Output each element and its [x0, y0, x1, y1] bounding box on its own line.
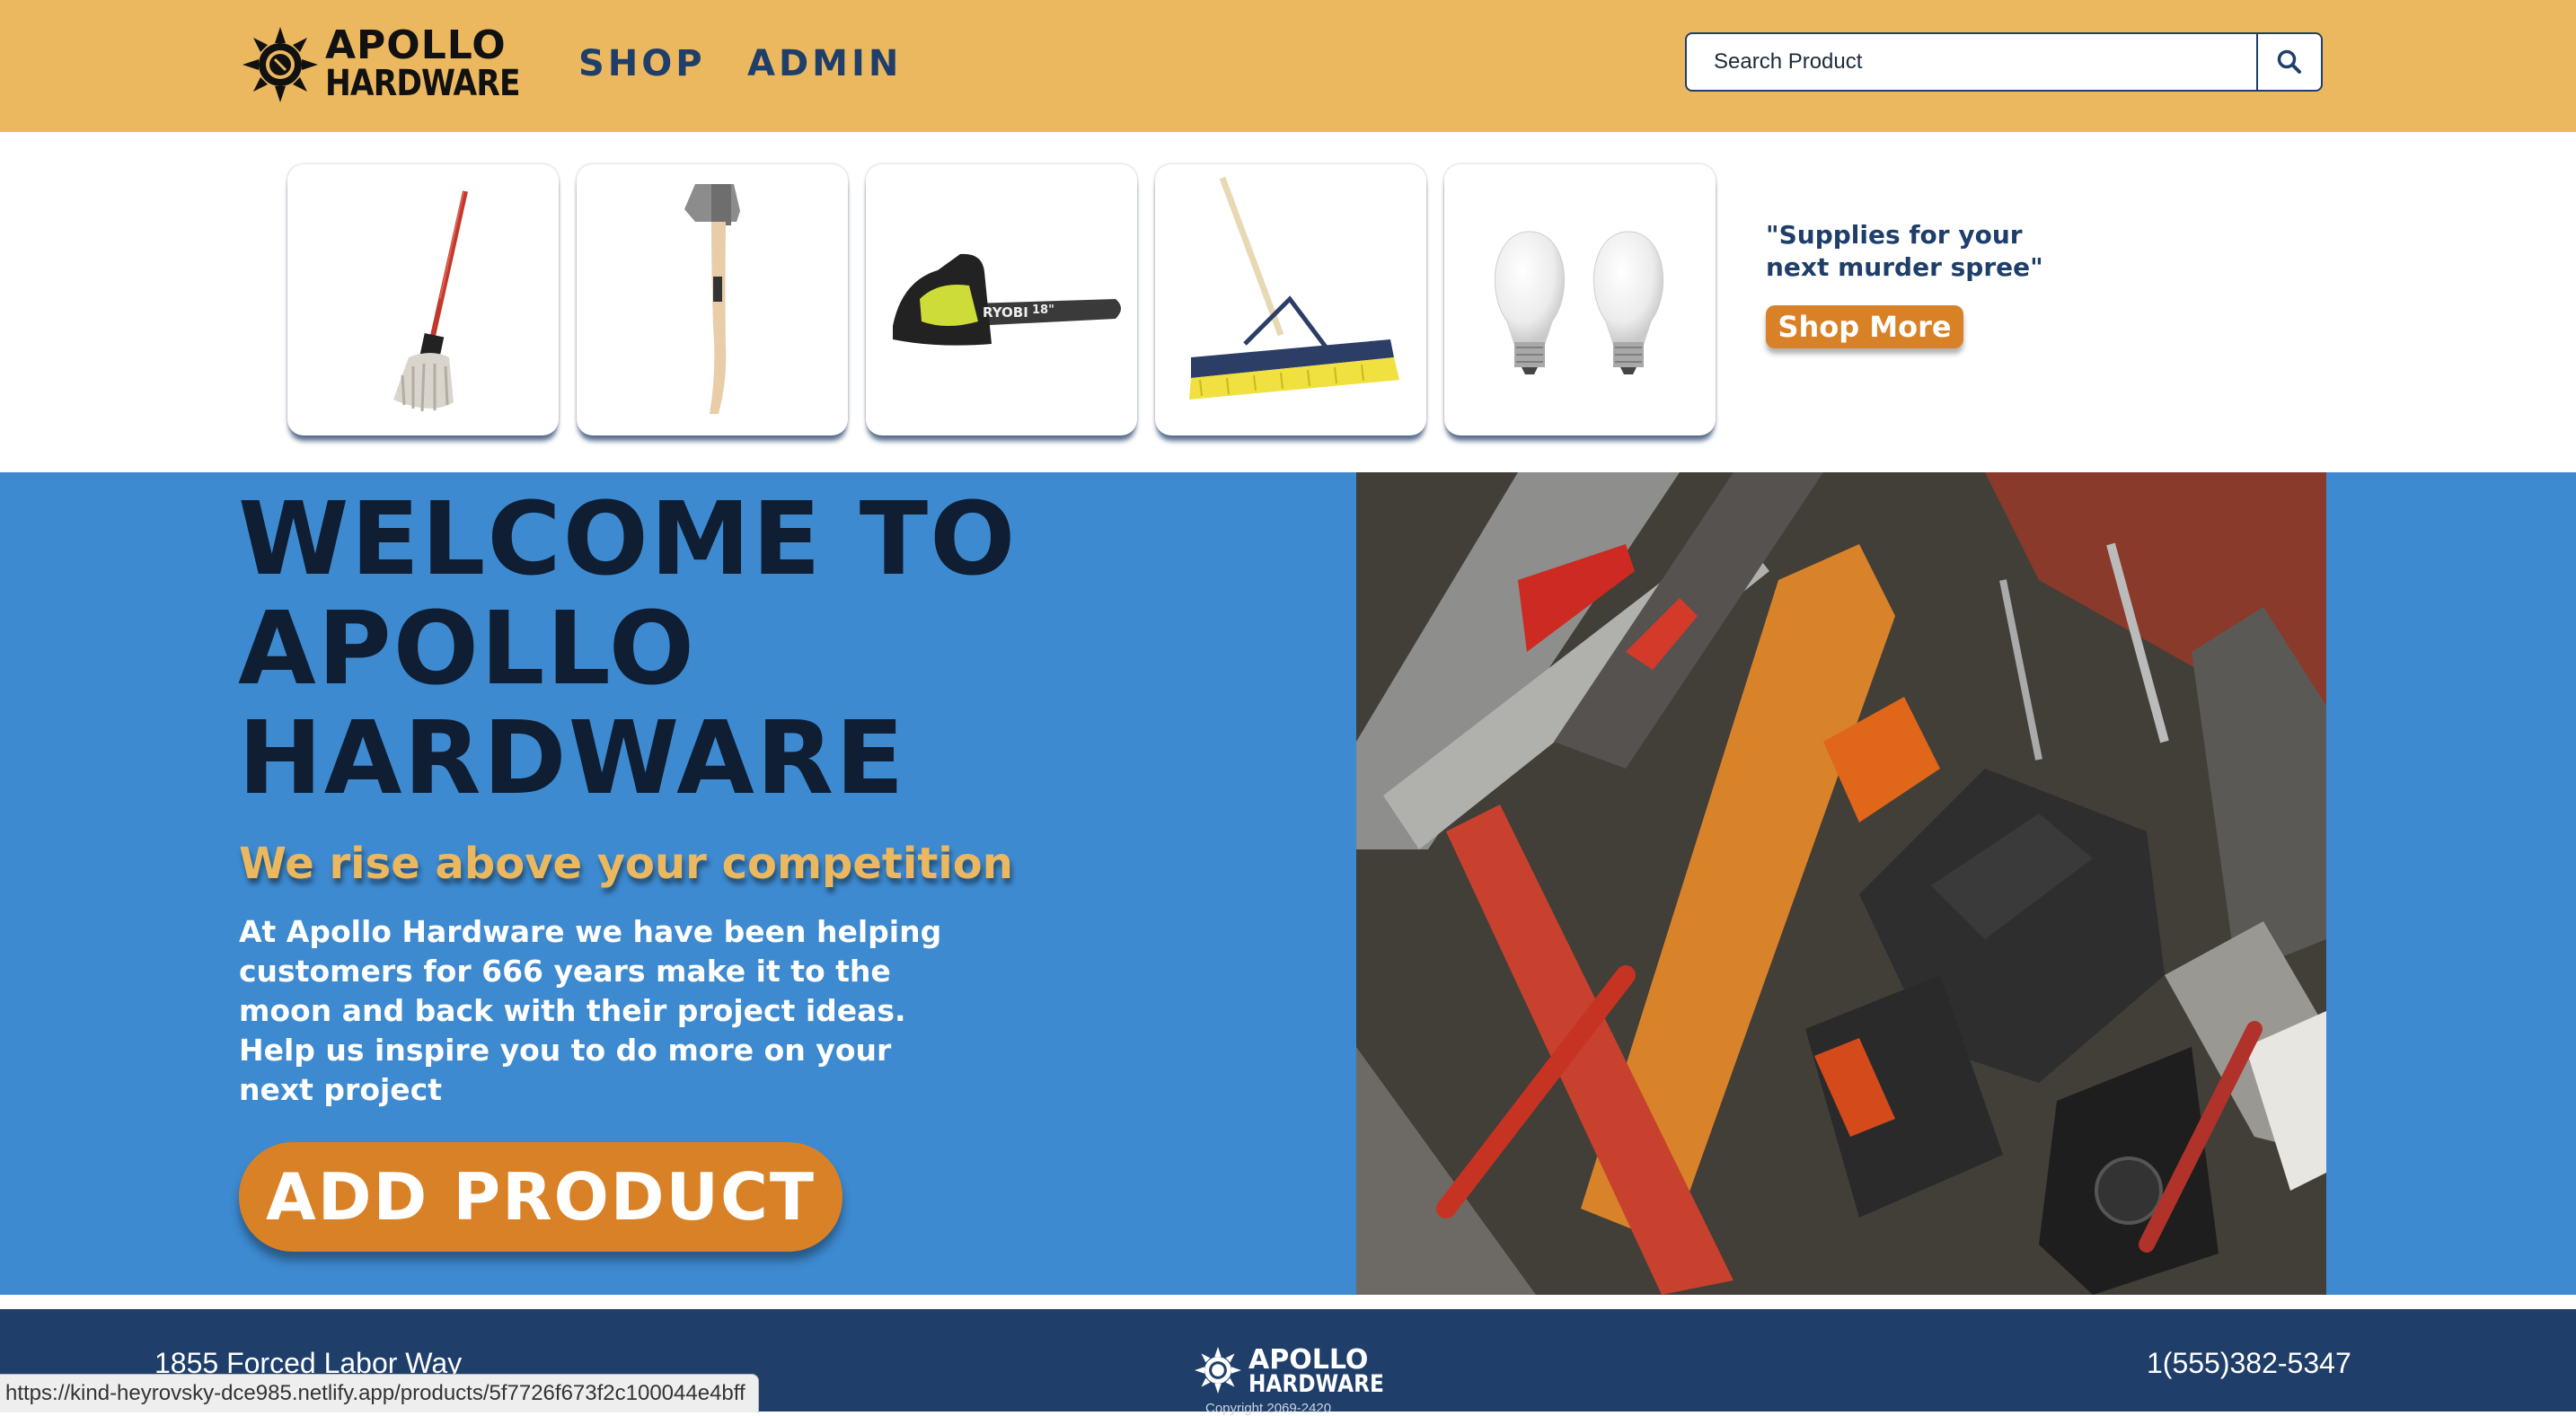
hero-title: WELCOME TO APOLLO HARDWARE [238, 481, 1018, 817]
brand-logo[interactable]: APOLLO HARDWARE [243, 23, 530, 106]
shop-more-button[interactable]: Shop More [1766, 305, 1963, 348]
chainsaw-size-text: 18" [1032, 303, 1054, 317]
product-card-chainsaw[interactable]: RYOBI 18" [866, 164, 1137, 435]
brand-name-line1: APOLLO [325, 22, 507, 68]
site-header: APOLLO HARDWARE SHOP ADMIN [0, 0, 2576, 132]
chainsaw-brand-text: RYOBI [983, 304, 1028, 321]
search-input[interactable] [1687, 34, 2258, 90]
product-card-mop[interactable] [287, 164, 559, 435]
hero-intro: At Apollo Hardware we have been helping … [239, 914, 942, 1107]
footer-phone: 1(555)382-5347 [2147, 1347, 2351, 1379]
hero-tagline: We rise above your competition [239, 839, 1013, 889]
push-broom-image [1189, 176, 1399, 400]
light-bulbs-image [1494, 231, 1664, 374]
search-button[interactable] [2256, 34, 2321, 90]
nav-admin-link[interactable]: ADMIN [747, 41, 902, 86]
chainsaw-image: RYOBI 18" [893, 253, 1121, 346]
product-card-bulbs[interactable] [1444, 164, 1716, 435]
promo-quote: "Supplies for your next murder spree" [1766, 220, 2043, 282]
footer-logo[interactable]: APOLLO HARDWARE Copyright 2069-2420 [1195, 1345, 1384, 1416]
product-card-broom[interactable] [1155, 164, 1426, 435]
sun-logo-icon [1195, 1347, 1241, 1394]
hero-section: WELCOME TO APOLLO HARDWARE We rise above… [0, 472, 2576, 1295]
brand-name-line2: HARDWARE [325, 63, 520, 104]
product-card-axe[interactable] [577, 164, 848, 435]
footer-copyright: Copyright 2069-2420 [1205, 1401, 1332, 1416]
sun-logo-icon [243, 27, 318, 102]
browser-status-url: https://kind-heyrovsky-dce985.netlify.ap… [0, 1374, 759, 1412]
search-icon [2277, 49, 2301, 74]
add-product-button[interactable]: ADD PRODUCT [239, 1142, 842, 1252]
footer-brand-line2: HARDWARE [1248, 1370, 1384, 1398]
axe-image [684, 184, 740, 414]
nav-shop-link[interactable]: SHOP [578, 41, 706, 86]
mop-image [393, 190, 468, 412]
tools-pile-image [1356, 472, 2326, 1295]
search-bar [1685, 32, 2323, 92]
